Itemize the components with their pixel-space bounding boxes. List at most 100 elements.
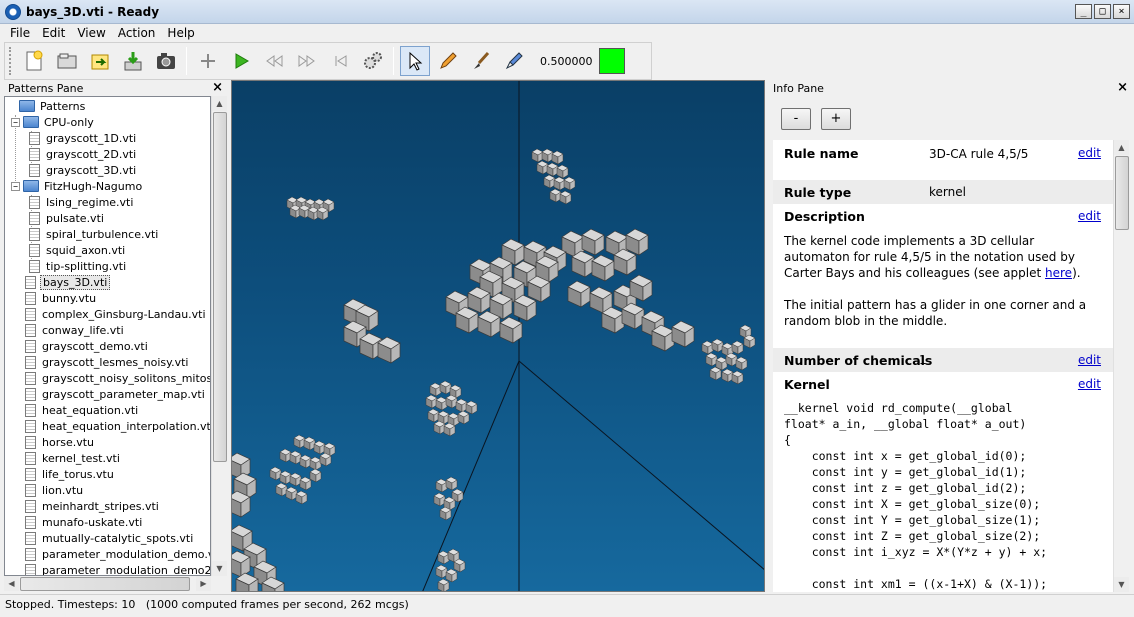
tree-file[interactable]: conway_life.vti <box>25 322 126 338</box>
menu-help[interactable]: Help <box>161 24 200 42</box>
toolbar-separator <box>393 47 394 75</box>
tree-file[interactable]: complex_Ginsburg-Landau.vti <box>25 306 208 322</box>
tree-file-selected[interactable]: bays_3D.vti <box>25 274 111 290</box>
close-button[interactable]: × <box>1113 4 1130 19</box>
info-pane-close-button[interactable]: × <box>1117 80 1128 95</box>
voxel-cluster <box>343 298 401 364</box>
pointer-tool-button[interactable] <box>400 46 430 76</box>
edit-chemicals-link[interactable]: edit <box>1078 353 1101 367</box>
step-button[interactable] <box>193 46 223 76</box>
file-icon <box>29 163 40 177</box>
color-picker-button[interactable] <box>499 46 529 76</box>
file-icon <box>29 131 40 145</box>
open-pattern-button[interactable] <box>52 46 82 76</box>
pencil-tool-button[interactable] <box>433 46 463 76</box>
tree-file[interactable]: Ising_regime.vti <box>29 194 135 210</box>
tree-file[interactable]: lion.vtu <box>25 482 85 498</box>
decrease-text-size-button[interactable]: - <box>781 108 811 130</box>
applet-link[interactable]: here <box>1045 266 1072 280</box>
minimize-button[interactable]: _ <box>1075 4 1092 19</box>
tree-file[interactable]: parameter_modulation_demo.vti <box>25 546 210 562</box>
edit-description-link[interactable]: edit <box>1078 209 1101 223</box>
tree-file[interactable]: meinhardt_stripes.vti <box>25 498 161 514</box>
run-button[interactable] <box>226 46 256 76</box>
tree-file[interactable]: grayscott_2D.vti <box>29 146 138 162</box>
file-icon <box>29 147 40 161</box>
chemicals-row: Number of chemicals 1 edit <box>773 348 1113 372</box>
app-icon <box>5 4 21 20</box>
reset-button[interactable] <box>325 46 355 76</box>
scroll-thumb[interactable] <box>20 577 190 591</box>
screenshot-button[interactable] <box>151 46 181 76</box>
tree-file[interactable]: pulsate.vti <box>29 210 106 226</box>
voxel-cluster <box>286 196 335 221</box>
patterns-pane-title: Patterns Pane <box>8 82 84 95</box>
brush-tool-button[interactable] <box>466 46 496 76</box>
faster-button[interactable] <box>292 46 322 76</box>
scroll-down-arrow-icon[interactable]: ▼ <box>212 561 227 576</box>
patterns-pane-close-button[interactable]: × <box>212 80 223 95</box>
maximize-button[interactable]: □ <box>1094 4 1111 19</box>
scroll-thumb[interactable] <box>1115 156 1129 230</box>
tree-file[interactable]: bunny.vtu <box>25 290 98 306</box>
description-paragraph-2: The initial pattern has a glider in one … <box>784 298 1087 328</box>
current-color-swatch[interactable] <box>598 48 625 74</box>
tree-file[interactable]: grayscott_3D.vti <box>29 162 138 178</box>
tree-file[interactable]: mutually-catalytic_spots.vti <box>25 530 195 546</box>
tree-file[interactable]: grayscott_1D.vti <box>29 130 138 146</box>
menu-view[interactable]: View <box>71 24 111 42</box>
chemicals-value: 1 <box>919 353 927 367</box>
pointer-icon <box>409 51 423 71</box>
scroll-right-arrow-icon[interactable]: ▶ <box>196 576 211 591</box>
tree-file[interactable]: tip-splitting.vti <box>29 258 128 274</box>
edit-kernel-link[interactable]: edit <box>1078 377 1101 391</box>
randomize-button[interactable] <box>358 46 388 76</box>
tree-file[interactable]: spiral_turbulence.vti <box>29 226 160 242</box>
tree-file[interactable]: grayscott_noisy_solitons_mitosis.vti <box>25 370 210 386</box>
3d-render-canvas[interactable] <box>232 81 765 592</box>
save-button[interactable] <box>118 46 148 76</box>
menu-file[interactable]: File <box>4 24 36 42</box>
tree-file[interactable]: kernel_test.vti <box>25 450 122 466</box>
tree-folder-fitzhugh-nagumo[interactable]: − FitzHugh-Nagumo <box>11 178 144 194</box>
tree-file[interactable]: squid_axon.vti <box>29 242 127 258</box>
tree-file[interactable]: grayscott_lesmes_noisy.vti <box>25 354 190 370</box>
new-document-icon <box>26 50 43 71</box>
scroll-up-arrow-icon[interactable]: ▲ <box>212 96 227 111</box>
rule-type-value: kernel <box>929 185 966 199</box>
scroll-left-arrow-icon[interactable]: ◀ <box>4 576 19 591</box>
tree-file[interactable]: parameter_modulation_demo2.vti <box>25 562 210 575</box>
scroll-up-arrow-icon[interactable]: ▲ <box>1114 140 1129 155</box>
info-vertical-scrollbar[interactable]: ▲ ▼ <box>1113 140 1129 592</box>
folder-icon <box>19 100 35 112</box>
tree-folder-cpu-only[interactable]: − CPU-only <box>11 114 96 130</box>
tree-file[interactable]: heat_equation.vti <box>25 402 140 418</box>
increase-text-size-button[interactable]: + <box>821 108 851 130</box>
folder-icon <box>23 116 39 128</box>
edit-rule-name-link[interactable]: edit <box>1078 146 1101 160</box>
slower-button[interactable] <box>259 46 289 76</box>
tree-file[interactable]: heat_equation_interpolation.vti <box>25 418 210 434</box>
patterns-vertical-scrollbar[interactable]: ▲ ▼ <box>211 96 227 576</box>
scroll-down-arrow-icon[interactable]: ▼ <box>1114 577 1129 592</box>
collapse-icon[interactable]: − <box>11 181 20 191</box>
tree-file[interactable]: grayscott_demo.vti <box>25 338 150 354</box>
new-pattern-button[interactable] <box>19 46 49 76</box>
tree-file[interactable]: munafo-uskate.vti <box>25 514 144 530</box>
collapse-icon[interactable]: − <box>11 117 20 127</box>
scroll-thumb[interactable] <box>213 112 227 462</box>
tree-root-patterns[interactable]: Patterns <box>19 98 87 114</box>
menu-edit[interactable]: Edit <box>36 24 71 42</box>
patterns-horizontal-scrollbar[interactable]: ◀ ▶ <box>4 576 211 592</box>
toolbar-grip[interactable] <box>9 47 13 75</box>
tree-file[interactable]: life_torus.vtu <box>25 466 116 482</box>
reload-button[interactable] <box>85 46 115 76</box>
file-icon <box>25 307 36 321</box>
menu-action[interactable]: Action <box>112 24 162 42</box>
render-viewport[interactable] <box>231 80 765 592</box>
chemicals-label: Number of chemicals <box>784 353 933 368</box>
tree-file[interactable]: grayscott_parameter_map.vti <box>25 386 207 402</box>
tree-file[interactable]: horse.vtu <box>25 434 96 450</box>
pencil-icon <box>440 52 457 69</box>
title-bar: bays_3D.vti - Ready _ □ × <box>0 0 1134 24</box>
